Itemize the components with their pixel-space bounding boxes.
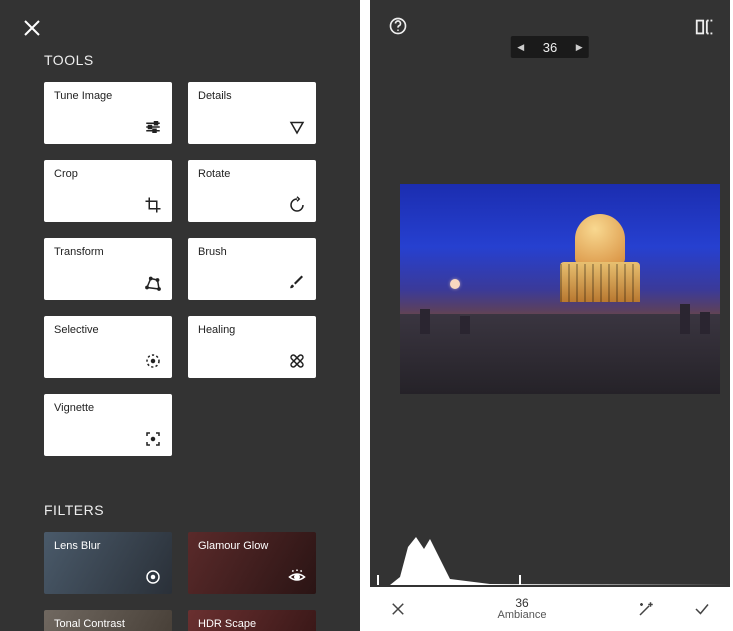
value-stepper[interactable]: ◀ 36 ▶ <box>511 36 589 58</box>
help-icon <box>388 16 408 36</box>
filter-glamour-glow[interactable]: Glamour Glow <box>188 532 316 594</box>
edit-panel: ◀ 36 ▶ 36 A <box>370 0 730 631</box>
filter-label: Tonal Contrast <box>54 618 162 630</box>
photo-preview[interactable] <box>400 184 720 394</box>
histogram <box>370 527 730 587</box>
tool-rotate[interactable]: Rotate <box>188 160 316 222</box>
bandage-icon <box>288 352 306 370</box>
tool-crop[interactable]: Crop <box>44 160 172 222</box>
tools-panel: TOOLS Tune Image Details Crop <box>0 0 360 631</box>
tool-brush[interactable]: Brush <box>188 238 316 300</box>
filter-label: Glamour Glow <box>198 540 306 552</box>
parameter-value: 36 <box>426 597 618 609</box>
tool-vignette[interactable]: Vignette <box>44 394 172 456</box>
rotate-icon <box>288 196 306 214</box>
parameter-display[interactable]: 36 Ambiance <box>426 597 618 621</box>
help-button[interactable] <box>388 16 408 36</box>
tool-label: Selective <box>54 324 162 336</box>
crop-icon <box>144 196 162 214</box>
tools-grid: Tune Image Details Crop <box>44 82 360 456</box>
tool-label: Brush <box>198 246 306 258</box>
check-icon <box>691 600 713 618</box>
close-icon <box>20 16 44 40</box>
brush-icon <box>288 274 306 292</box>
eye-icon <box>288 568 306 586</box>
close-button[interactable] <box>20 16 44 40</box>
tool-label: Rotate <box>198 168 306 180</box>
tool-label: Healing <box>198 324 306 336</box>
photo-rooftops <box>400 314 720 394</box>
tool-label: Vignette <box>54 402 162 414</box>
filter-label: HDR Scape <box>198 618 306 630</box>
chevron-right-icon[interactable]: ▶ <box>569 42 589 53</box>
tool-transform[interactable]: Transform <box>44 238 172 300</box>
apply-button[interactable] <box>674 587 730 631</box>
focus-square-icon <box>144 430 162 448</box>
tool-label: Transform <box>54 246 162 258</box>
wand-icon <box>637 600 655 618</box>
filter-hdr-scape[interactable]: HDR Scape <box>188 610 316 631</box>
tool-label: Crop <box>54 168 162 180</box>
filters-grid: Lens Blur Glamour Glow Tonal Contrast <box>44 532 360 631</box>
tools-header: TOOLS <box>44 0 360 68</box>
tool-healing[interactable]: Healing <box>188 316 316 378</box>
filter-label: Lens Blur <box>54 540 162 552</box>
cancel-button[interactable] <box>370 587 426 631</box>
target-dashed-icon <box>144 352 162 370</box>
filter-tonal-contrast[interactable]: Tonal Contrast <box>44 610 172 631</box>
tool-tune-image[interactable]: Tune Image <box>44 82 172 144</box>
tool-details[interactable]: Details <box>188 82 316 144</box>
tool-label: Tune Image <box>54 90 162 102</box>
filters-section: FILTERS Lens Blur Glamour Glow Tonal C <box>0 502 360 631</box>
chevron-left-icon[interactable]: ◀ <box>511 42 531 53</box>
bottom-bar: 36 Ambiance <box>370 587 730 631</box>
dot-circle-icon <box>144 568 162 586</box>
parameter-name: Ambiance <box>426 609 618 621</box>
transform-icon <box>144 274 162 292</box>
compare-icon <box>694 16 716 38</box>
photo-dome <box>550 214 650 314</box>
filters-header: FILTERS <box>44 502 360 518</box>
tool-selective[interactable]: Selective <box>44 316 172 378</box>
auto-adjust-button[interactable] <box>618 587 674 631</box>
filter-lens-blur[interactable]: Lens Blur <box>44 532 172 594</box>
histogram-curve <box>370 527 730 587</box>
close-icon <box>389 600 407 618</box>
photo-moon <box>450 279 460 289</box>
stepper-value: 36 <box>531 40 569 55</box>
sliders-icon <box>144 118 162 136</box>
compare-button[interactable] <box>694 16 716 36</box>
triangle-down-icon <box>288 118 306 136</box>
tool-label: Details <box>198 90 306 102</box>
